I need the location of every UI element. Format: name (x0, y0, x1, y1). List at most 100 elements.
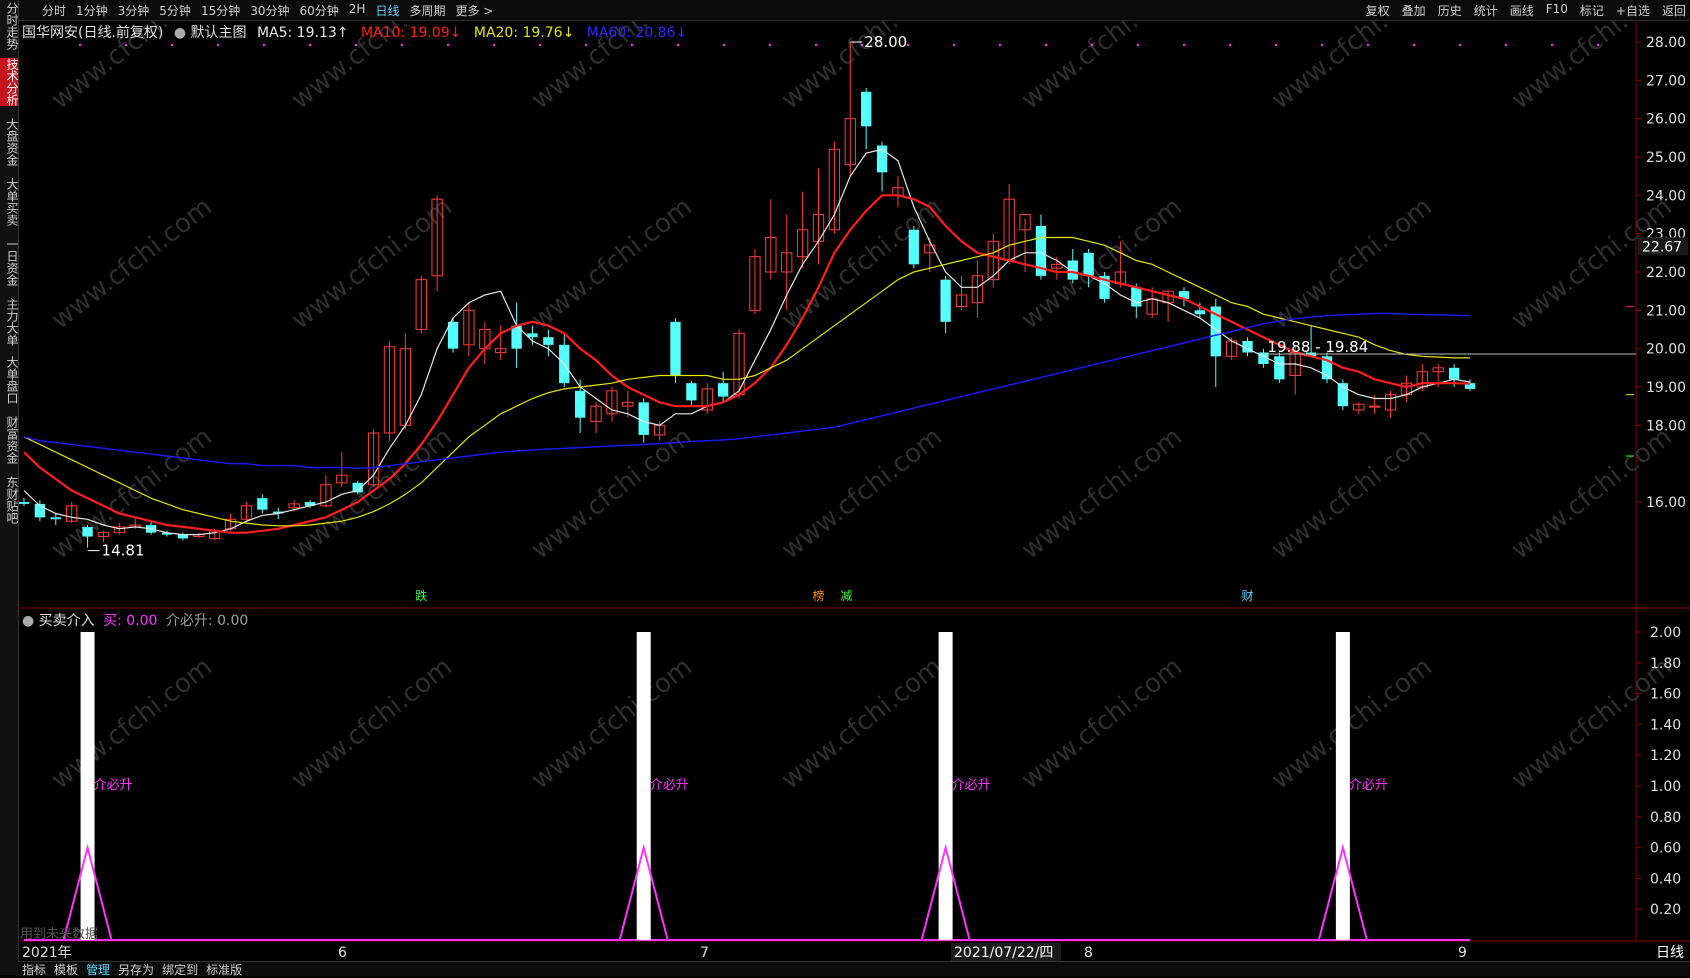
top-dot (676, 43, 680, 47)
signal-label: 介必升 (1349, 778, 1388, 793)
indicator-tab[interactable]: 标准版 (206, 961, 242, 978)
candle-body-down (638, 402, 649, 435)
settings-icon[interactable]: ● (174, 25, 186, 41)
period-tab[interactable]: 15分钟 (201, 2, 240, 19)
top-dot (630, 43, 634, 47)
sidebar-item[interactable]: 一日资金 (0, 238, 19, 286)
top-dot (814, 43, 818, 47)
candle-body-down (82, 526, 93, 537)
candle-body-down (50, 517, 61, 520)
tool-button[interactable]: 历史 (1438, 2, 1462, 19)
top-dot (1228, 43, 1232, 47)
tool-button[interactable]: 标记 (1580, 2, 1604, 19)
sidebar-item[interactable]: 财富资金 (0, 416, 19, 464)
marker-cai: 财 (1242, 589, 1254, 603)
y-tick-label: 28.00 (1646, 35, 1686, 51)
period-toolbar: 分时 1分钟 3分钟 5分钟 15分钟 30分钟 60分钟 2H 日线 多周期 更多 > 复权 叠加历… (0, 0, 1690, 21)
ind-y-tick-label: 2.00 (1650, 625, 1681, 641)
y-tick-label: 24.00 (1646, 188, 1686, 204)
x-tick-label: 7 (700, 945, 709, 961)
top-dot (262, 43, 266, 47)
signal-label: 介必升 (952, 778, 991, 793)
indicator-name[interactable]: 买卖介入 (39, 613, 95, 629)
top-dot (584, 43, 588, 47)
top-dot (1044, 43, 1048, 47)
period-tab[interactable]: 1分钟 (76, 2, 108, 19)
x-tick-label: 6 (338, 945, 347, 961)
future-data-note: 用到未来数据 (20, 927, 98, 942)
period-tab[interactable]: 分时 (42, 2, 66, 19)
tool-button[interactable]: 返回 (1662, 2, 1686, 19)
top-dot (170, 43, 174, 47)
ma-line-ma20 (23, 236, 1470, 527)
candle-body-down (908, 229, 920, 265)
indicator-tab[interactable]: 另存为 (118, 961, 154, 978)
candle-body-down (1131, 287, 1142, 307)
signal-bar (938, 632, 953, 940)
top-dot (1366, 43, 1370, 47)
period-tab[interactable]: 60分钟 (300, 2, 339, 19)
tools-menu: 复权 叠加 历史 统计 画线 F10 标记 +自选 返回 (1366, 2, 1686, 19)
y-tick-label: 20.00 (1646, 342, 1686, 358)
signal-label: 介必升 (94, 778, 133, 793)
ma10-label: MA10: 19.09↓ (360, 25, 462, 41)
candle-body-down (1194, 310, 1206, 315)
period-tab[interactable]: 30分钟 (250, 2, 289, 19)
sidebar-item[interactable]: 大盘资金 (0, 118, 19, 166)
sidebar-item[interactable]: 主力大单 (0, 298, 19, 346)
candle-body-down (18, 502, 30, 504)
candle-body-down (527, 333, 538, 338)
settings-icon[interactable]: ● (22, 613, 34, 629)
signal-label: 介必升 (650, 778, 689, 793)
indicator-tab[interactable]: 绑定到 (162, 961, 198, 978)
top-dot (308, 43, 312, 47)
top-dot (722, 43, 726, 47)
top-dot (124, 43, 128, 47)
stock-title[interactable]: 国华网安(日线.前复权) (22, 25, 163, 41)
top-dot (1274, 43, 1278, 47)
watermark: www.cfchi.com (776, 652, 948, 796)
period-tabs: 分时 1分钟 3分钟 5分钟 15分钟 30分钟 60分钟 2H 日线 多周期 更多 > (42, 2, 493, 19)
chart-canvas[interactable]: www.cfchi.com www.cfchi.com www.cfchi.com w… (0, 0, 1690, 975)
x-tick-label: 8 (1084, 945, 1093, 961)
y-tick-label: 21.00 (1646, 303, 1686, 319)
candle-body-down (543, 337, 554, 345)
watermark: www.cfchi.com (1506, 422, 1678, 566)
top-dot (446, 43, 450, 47)
indicator-tab[interactable]: 管理 (86, 961, 110, 978)
main-chart-label[interactable]: 默认主图 (191, 25, 247, 41)
watermark: www.cfchi.com (46, 192, 218, 336)
ind-y-tick-label: 0.80 (1650, 810, 1681, 826)
y-tick-label: 27.00 (1646, 73, 1686, 89)
top-dot (1412, 43, 1416, 47)
sidebar-item[interactable]: 大单盘口 (0, 356, 19, 404)
tool-button[interactable]: 复权 (1366, 2, 1390, 19)
left-sidebar: 分时走势技术分析大盘资金大单买卖一日资金主力大单大单盘口财富资金东财贴吧 (0, 0, 19, 975)
top-dot (1320, 43, 1324, 47)
period-tab[interactable]: 日线 (375, 2, 399, 19)
jbs-value: 介必升: 0.00 (165, 613, 249, 629)
top-dot (1182, 43, 1186, 47)
indicator-tab[interactable]: 模板 (54, 961, 78, 978)
watermark: www.cfchi.com (46, 652, 218, 796)
tool-button[interactable]: 叠加 (1402, 2, 1426, 19)
period-tab[interactable]: 5分钟 (159, 2, 191, 19)
ind-y-tick-label: 1.60 (1650, 687, 1681, 703)
tool-button[interactable]: 统计 (1474, 2, 1498, 19)
sidebar-item[interactable]: 东财贴吧 (0, 476, 19, 524)
tool-button[interactable]: F10 (1546, 2, 1568, 19)
sidebar-item[interactable]: 技术分析 (0, 58, 19, 106)
period-tab[interactable]: 更多 > (455, 2, 493, 19)
indicator-tab[interactable]: 指标 (22, 961, 46, 978)
period-tab[interactable]: 2H (349, 2, 366, 19)
signal-bar (80, 632, 95, 940)
period-tab[interactable]: 3分钟 (118, 2, 150, 19)
ma-line-ma10 (23, 194, 1471, 534)
sidebar-item[interactable]: 分时走势 (0, 2, 19, 50)
tool-button[interactable]: +自选 (1616, 2, 1650, 19)
sidebar-item[interactable]: 大单买卖 (0, 178, 19, 226)
watermark: www.cfchi.com (1266, 422, 1438, 566)
tool-button[interactable]: 画线 (1510, 2, 1534, 19)
top-dot (1136, 43, 1140, 47)
period-tab[interactable]: 多周期 (409, 2, 445, 19)
